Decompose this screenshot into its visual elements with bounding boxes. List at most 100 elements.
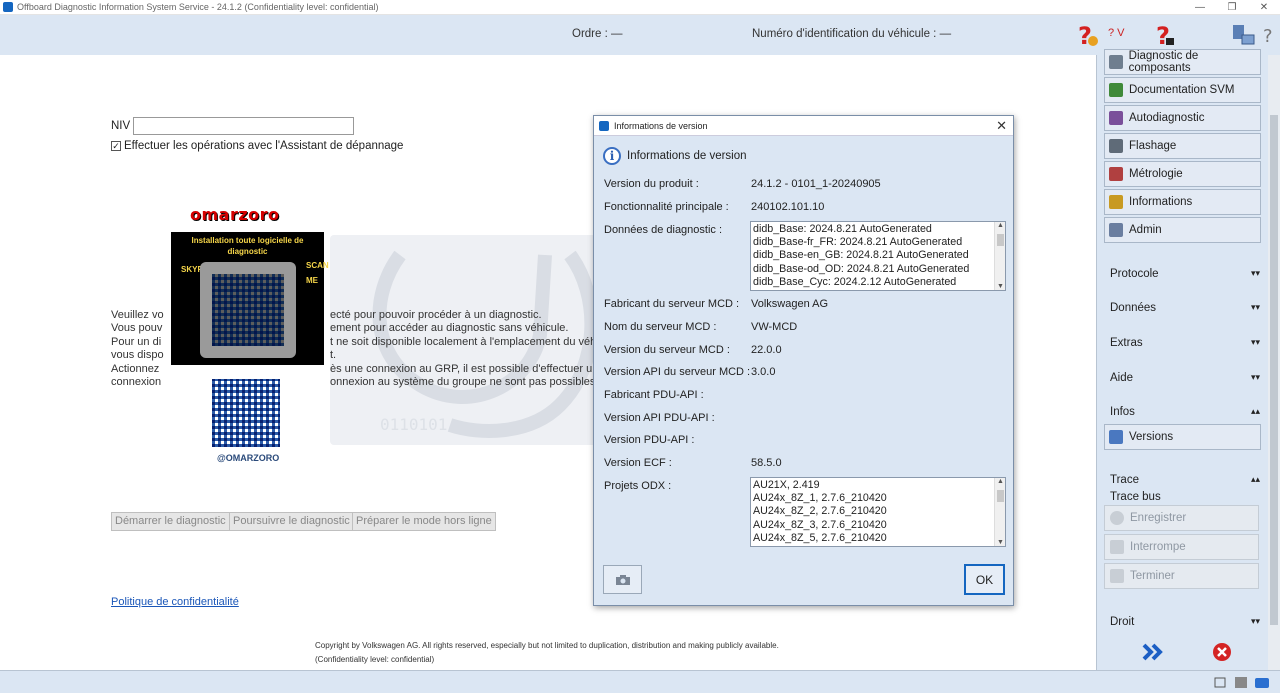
version-info-dialog: Informations de version ✕ i Informations… — [593, 115, 1014, 606]
pause-icon — [1110, 540, 1124, 554]
list-item[interactable]: didb_Base-od_OD: 2024.8.21 AutoGenerated — [753, 263, 993, 276]
section-droit-label: Droit — [1110, 616, 1135, 628]
main-function-label: Fonctionnalité principale : — [604, 201, 729, 213]
diag-data-scrollbar[interactable]: ▲ ▼ — [994, 222, 1005, 290]
overlay-qr-box: Installation toute logicielle de diagnos… — [171, 232, 329, 365]
mcd-version-label: Version du serveur MCD : — [604, 344, 730, 356]
offline-mode-button[interactable]: Préparer le mode hors ligne — [352, 512, 496, 531]
dialog-app-icon — [599, 120, 609, 131]
trace-bus-text: Trace bus — [1110, 491, 1161, 503]
sidebar-item-autodiagnostic[interactable]: Autodiagnostic — [1104, 105, 1261, 131]
chevron-up-icon: ▴▴ — [1250, 406, 1260, 416]
overlay-brand-title: omarzoro — [190, 205, 280, 224]
admin-icon — [1109, 223, 1123, 237]
diag-data-listbox[interactable]: didb_Base: 2024.8.21 AutoGenerated didb_B… — [750, 221, 1006, 291]
section-infos-label: Infos — [1110, 406, 1135, 418]
odx-listbox[interactable]: AU21X, 2.419 AU24x_8Z_1, 2.7.6_210420 AU24… — [750, 477, 1006, 547]
section-droit[interactable]: Droit ▾▾ — [1104, 616, 1264, 631]
section-infos[interactable]: Infos ▴▴ — [1104, 406, 1264, 421]
scroll-down-icon[interactable]: ▼ — [995, 539, 1005, 546]
mcd-version-value: 22.0.0 — [751, 344, 782, 356]
window-title: Offboard Diagnostic Information System S… — [17, 2, 379, 12]
dialog-heading-text: Informations de version — [627, 150, 747, 162]
list-item[interactable]: AU24x_8Z_1, 2.7.6_210420 — [753, 492, 993, 505]
list-item[interactable]: AU24x_8Z_3, 2.7.6_210420 — [753, 519, 993, 532]
restore-button[interactable]: ❐ — [1216, 0, 1248, 15]
privacy-policy-link[interactable]: Politique de confidentialité — [111, 596, 239, 608]
close-window-button[interactable]: ✕ — [1248, 0, 1280, 15]
start-diagnostic-button[interactable]: Démarrer le diagnostic — [111, 512, 230, 531]
mcd-api-value: 3.0.0 — [751, 366, 776, 378]
trace-bus-label: Trace bus — [1104, 491, 1264, 506]
help-index-icon[interactable]: ? — [1152, 22, 1178, 48]
svg-text:0110101: 0110101 — [380, 415, 447, 434]
list-item[interactable]: didb_Base: 2024.8.21 AutoGenerated — [753, 223, 993, 236]
section-protocole[interactable]: Protocole ▾▾ — [1104, 268, 1264, 283]
flash-icon — [1109, 139, 1123, 153]
ok-button[interactable]: OK — [964, 564, 1005, 595]
order-label: Ordre : — — [572, 28, 623, 40]
record-label: Enregistrer — [1130, 512, 1187, 524]
window-titlebar: Offboard Diagnostic Information System S… — [0, 0, 1280, 15]
overlay-right-vertical: SCAN ME — [306, 261, 329, 285]
record-trace-button[interactable]: Enregistrer — [1104, 505, 1259, 531]
versions-label: Versions — [1129, 431, 1174, 443]
mcd-name-label: Nom du serveur MCD : — [604, 321, 717, 333]
network-computer-icon[interactable] — [1230, 22, 1256, 48]
list-item[interactable]: didb_Base-fr_FR: 2024.8.21 AutoGenerated — [753, 236, 993, 249]
ecf-label: Version ECF : — [604, 457, 672, 469]
sidebar-item-diagnostic-de-composants[interactable]: Diagnostic de composants — [1104, 49, 1261, 75]
section-extras[interactable]: Extras ▾▾ — [1104, 337, 1264, 352]
assistant-checkbox[interactable]: ✓ — [111, 141, 121, 151]
list-item[interactable]: AU24x_8Z_2, 2.7.6_210420 — [753, 505, 993, 518]
dialog-close-button[interactable]: ✕ — [996, 118, 1007, 134]
pause-trace-button[interactable]: Interrompe — [1104, 534, 1259, 560]
assistant-checkbox-row[interactable]: ✓ Effectuer les opérations avec l'Assist… — [111, 140, 403, 152]
overlay-box-text: Installation toute logicielle de diagnos… — [191, 236, 304, 256]
list-item[interactable]: didb_Base_Cyc: 2024.2.12 AutoGenerated — [753, 276, 993, 289]
sidebar-item-m-trologie[interactable]: Métrologie — [1104, 161, 1261, 187]
chevron-down-icon: ▾▾ — [1250, 337, 1260, 347]
scroll-down-icon[interactable]: ▼ — [995, 283, 1005, 290]
scroll-up-icon[interactable]: ▲ — [995, 222, 1005, 229]
continue-diagnostic-button[interactable]: Poursuivre le diagnostic — [229, 512, 354, 531]
stop-label: Terminer — [1130, 570, 1175, 582]
telegram-qr-code — [212, 379, 280, 447]
forward-button[interactable] — [1140, 640, 1166, 664]
odx-scrollbar[interactable]: ▲ ▼ — [994, 478, 1005, 546]
stop-trace-button[interactable]: Terminer — [1104, 563, 1259, 589]
copyright-text: Copyright by Volkswagen AG. All rights r… — [315, 639, 779, 666]
double-chevron-right-icon — [1142, 643, 1163, 661]
list-item[interactable]: didb_Base-en_GB: 2024.8.21 AutoGenerated — [753, 249, 993, 262]
stop-icon — [1110, 569, 1124, 583]
section-donnees[interactable]: Données ▾▾ — [1104, 302, 1264, 317]
sidebar-item-informations[interactable]: Informations — [1104, 189, 1261, 215]
pdu-maker-label: Fabricant PDU-API : — [604, 389, 704, 401]
sidebar-scrollbar[interactable] — [1268, 55, 1280, 670]
exit-button[interactable] — [1209, 640, 1235, 664]
list-item[interactable]: AU21X, 2.419 — [753, 479, 993, 492]
niv-input[interactable] — [133, 117, 354, 135]
help-version-text[interactable]: ? V — [1108, 27, 1125, 39]
info-text-right: ecté pour pouvoir procéder à un diagnost… — [330, 309, 605, 389]
minimize-button[interactable]: — — [1184, 0, 1216, 15]
scroll-up-icon[interactable]: ▲ — [995, 478, 1005, 485]
app-header: Ordre : — Numéro d'identification du véh… — [0, 15, 1280, 55]
section-donnees-label: Données — [1110, 302, 1157, 314]
app-icon — [3, 2, 13, 12]
ecf-value: 58.5.0 — [751, 457, 782, 469]
screenshot-button[interactable] — [603, 565, 642, 594]
mcd-name-value: VW-MCD — [751, 321, 798, 333]
sidebar-item-admin[interactable]: Admin — [1104, 217, 1261, 243]
section-aide-label: Aide — [1110, 372, 1134, 384]
help-small-icon[interactable]: ? — [1260, 22, 1280, 48]
sidebar-item-label: Documentation SVM — [1129, 84, 1235, 96]
sidebar-item-documentation-svm[interactable]: Documentation SVM — [1104, 77, 1261, 103]
section-aide[interactable]: Aide ▾▾ — [1104, 372, 1264, 387]
section-trace[interactable]: Trace ▴▴ — [1104, 474, 1264, 489]
sidebar-item-label: Diagnostic de composants — [1128, 50, 1199, 74]
versions-button[interactable]: Versions — [1104, 424, 1261, 450]
help-question-icon[interactable]: ? — [1075, 22, 1101, 48]
sidebar-item-flashage[interactable]: Flashage — [1104, 133, 1261, 159]
list-item[interactable]: AU24x_8Z_5, 2.7.6_210420 — [753, 532, 993, 545]
